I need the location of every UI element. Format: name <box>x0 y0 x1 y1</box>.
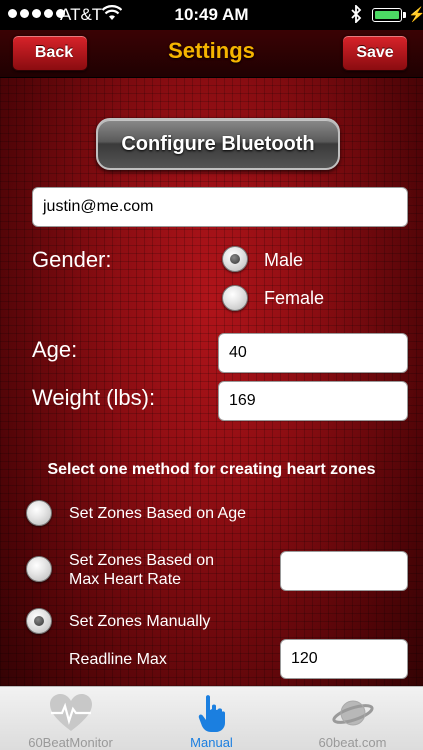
gender-label: Gender: <box>32 247 112 272</box>
navigation-bar: Back Settings Save <box>0 30 423 78</box>
battery-tip <box>403 12 406 18</box>
zones-manual-radio[interactable] <box>26 608 52 634</box>
zones-manual-label: Set Zones Manually <box>69 613 211 630</box>
readline-max-field[interactable]: 120 <box>280 639 408 679</box>
tab-60beat-com[interactable]: 60beat.com <box>282 687 423 750</box>
battery-icon <box>372 8 402 22</box>
heart-monitor-icon <box>48 693 94 738</box>
status-bar: AT&T 10:49 AM ⚡ <box>0 0 423 30</box>
settings-screen: AT&T 10:49 AM ⚡ Back Settings Save Confi… <box>0 0 423 750</box>
gender-female-label: Female <box>264 288 325 308</box>
tab-60beatmonitor-label: 60BeatMonitor <box>28 735 113 750</box>
tab-manual[interactable]: Manual <box>141 687 282 750</box>
charging-icon: ⚡ <box>408 6 423 22</box>
tab-bar: 60BeatMonitor Manual 60beat.com <box>0 686 423 750</box>
tab-60beat-com-label: 60beat.com <box>318 735 387 750</box>
zones-by-max-hr-radio[interactable] <box>26 556 52 582</box>
zones-by-max-hr-label-line1: Set Zones Based on <box>69 552 214 569</box>
save-button[interactable]: Save <box>342 35 408 71</box>
tab-60beatmonitor[interactable]: 60BeatMonitor <box>0 687 141 750</box>
gender-male-label: Male <box>264 250 304 270</box>
bluetooth-icon <box>350 3 362 28</box>
planet-icon <box>331 693 375 738</box>
hand-pointer-icon <box>197 693 227 738</box>
weight-field[interactable]: 169 <box>218 381 408 421</box>
age-label: Age: <box>32 337 78 362</box>
gender-male-radio[interactable] <box>222 246 248 272</box>
configure-bluetooth-button[interactable]: Configure Bluetooth <box>96 118 340 170</box>
zones-by-age-label: Set Zones Based on Age <box>69 505 247 522</box>
zones-by-age-radio[interactable] <box>26 500 52 526</box>
tab-manual-label: Manual <box>190 735 233 750</box>
email-field[interactable]: justin@me.com <box>32 187 408 227</box>
age-field[interactable]: 40 <box>218 333 408 373</box>
readline-max-label: Readline Max <box>69 651 167 668</box>
max-heart-rate-field[interactable] <box>280 551 408 591</box>
gender-female-radio[interactable] <box>222 285 248 311</box>
zones-by-max-hr-label-line2: Max Heart Rate <box>69 571 182 588</box>
heart-zones-heading: Select one method for creating heart zon… <box>47 461 376 478</box>
weight-label: Weight (lbs): <box>32 385 156 410</box>
